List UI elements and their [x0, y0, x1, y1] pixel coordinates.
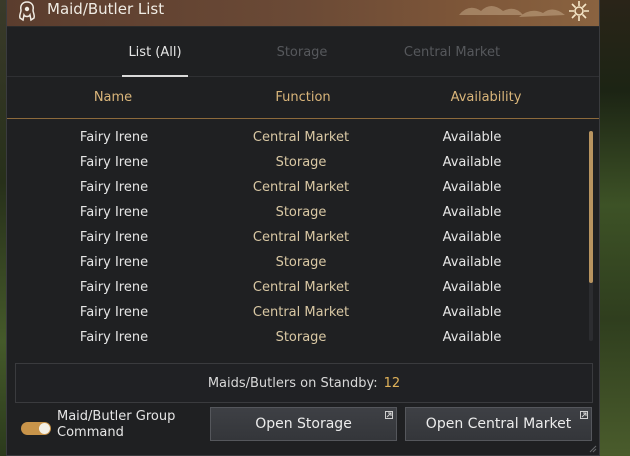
toggle-knob	[39, 423, 50, 434]
window-title: Maid/Butler List	[47, 0, 165, 18]
standby-count: 12	[383, 375, 401, 391]
open-central-market-label: Open Central Market	[425, 416, 572, 432]
maid-butler-list: Fairy Irene Central Market Available Fai…	[7, 119, 599, 349]
row-name: Fairy Irene	[79, 155, 149, 170]
column-header: Name Function Availability	[7, 77, 599, 119]
row-function: Storage	[275, 255, 327, 270]
row-availability: Available	[442, 255, 502, 270]
list-row[interactable]: Fairy Irene Central Market Available	[7, 300, 599, 325]
row-name: Fairy Irene	[79, 130, 149, 145]
list-scrollbar[interactable]	[589, 131, 593, 341]
footer-bar: Maid/Butler Group Command Open Storage O…	[7, 407, 601, 449]
tab-storage[interactable]: Storage	[267, 27, 337, 77]
tab-bar: List (All) Storage Central Market	[7, 27, 599, 77]
tab-list-all[interactable]: List (All)	[122, 27, 188, 77]
tab-central-market[interactable]: Central Market	[397, 27, 507, 77]
row-availability: Available	[442, 205, 502, 220]
row-function: Storage	[275, 155, 327, 170]
column-header-availability[interactable]: Availability	[451, 90, 522, 105]
scrollbar-thumb[interactable]	[589, 131, 593, 283]
group-command-toggle[interactable]	[21, 422, 51, 435]
tab-central-market-label: Central Market	[403, 44, 501, 60]
list-row[interactable]: Fairy Irene Storage Available	[7, 325, 599, 350]
emblem-icon	[569, 1, 589, 21]
row-name: Fairy Irene	[79, 180, 149, 195]
row-name: Fairy Irene	[79, 255, 149, 270]
external-open-icon	[580, 411, 588, 419]
row-function: Central Market	[252, 230, 350, 245]
standby-label: Maids/Butlers on Standby:	[207, 375, 378, 391]
tab-storage-label: Storage	[276, 44, 328, 60]
row-name: Fairy Irene	[79, 330, 149, 345]
row-availability: Available	[442, 180, 502, 195]
column-header-name[interactable]: Name	[94, 90, 132, 105]
list-row[interactable]: Fairy Irene Storage Available	[7, 250, 599, 275]
title-bar[interactable]: Maid/Butler List	[7, 0, 599, 27]
row-function: Storage	[275, 205, 327, 220]
row-name: Fairy Irene	[79, 230, 149, 245]
row-name: Fairy Irene	[79, 280, 149, 295]
list-row[interactable]: Fairy Irene Central Market Available	[7, 125, 599, 150]
row-availability: Available	[442, 330, 502, 345]
open-storage-label: Open Storage	[255, 416, 352, 432]
column-header-function[interactable]: Function	[275, 90, 330, 105]
game-background-right	[598, 0, 630, 456]
list-row[interactable]: Fairy Irene Central Market Available	[7, 275, 599, 300]
row-availability: Available	[442, 155, 502, 170]
maid-icon	[15, 0, 39, 23]
row-function: Central Market	[252, 305, 350, 320]
list-row[interactable]: Fairy Irene Central Market Available	[7, 175, 599, 200]
list-row[interactable]: Fairy Irene Storage Available	[7, 150, 599, 175]
list-row[interactable]: Fairy Irene Storage Available	[7, 200, 599, 225]
row-availability: Available	[442, 305, 502, 320]
open-central-market-button[interactable]: Open Central Market	[405, 407, 592, 441]
tab-list-all-label: List (All)	[128, 44, 182, 60]
standby-panel: Maids/Butlers on Standby: 12	[15, 363, 593, 403]
list-row[interactable]: Fairy Irene Central Market Available	[7, 225, 599, 250]
maid-butler-window: Maid/Butler List List (All) Storage Cent…	[6, 0, 600, 456]
row-name: Fairy Irene	[79, 305, 149, 320]
row-function: Central Market	[252, 180, 350, 195]
title-clouds-decoration	[459, 6, 565, 17]
row-availability: Available	[442, 130, 502, 145]
row-function: Central Market	[252, 280, 350, 295]
row-availability: Available	[442, 230, 502, 245]
row-name: Fairy Irene	[79, 205, 149, 220]
row-function: Storage	[275, 330, 327, 345]
resize-handle-icon[interactable]	[587, 443, 597, 453]
open-storage-button[interactable]: Open Storage	[210, 407, 397, 441]
external-open-icon	[385, 411, 393, 419]
group-command-label: Maid/Butler Group Command	[57, 409, 176, 440]
row-availability: Available	[442, 280, 502, 295]
row-function: Central Market	[252, 130, 350, 145]
